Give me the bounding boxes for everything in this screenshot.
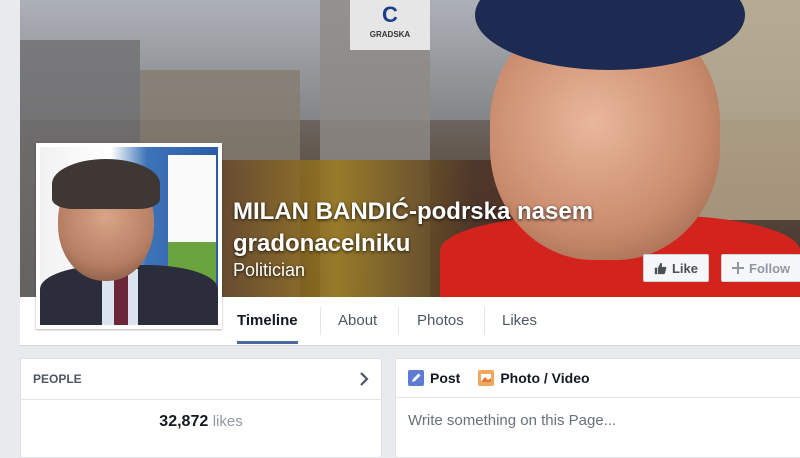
likes-count: 32,872 bbox=[159, 413, 209, 430]
post-input[interactable]: Write something on this Page... bbox=[396, 398, 800, 443]
follow-button[interactable]: Follow bbox=[721, 254, 800, 282]
post-composer: Post Photo / Video Write something on th… bbox=[395, 358, 800, 458]
cover-sign: C GRADSKA bbox=[350, 0, 430, 50]
composer-tabs: Post Photo / Video bbox=[396, 359, 800, 398]
page-category[interactable]: Politician bbox=[233, 260, 305, 281]
tab-divider bbox=[484, 307, 485, 335]
tab-label: Likes bbox=[502, 312, 538, 329]
thumbs-up-icon bbox=[654, 262, 667, 274]
composer-post-label: Post bbox=[430, 370, 461, 386]
profile-tie bbox=[114, 275, 128, 325]
profile-picture[interactable] bbox=[36, 143, 222, 329]
chevron-right-icon[interactable] bbox=[359, 372, 369, 386]
tab-divider bbox=[320, 307, 321, 335]
composer-post-tab[interactable]: Post bbox=[408, 370, 460, 386]
tab-label: Timeline bbox=[237, 312, 298, 329]
follow-button-label: Follow bbox=[749, 260, 791, 276]
profile-photo bbox=[40, 147, 218, 325]
pencil-icon bbox=[408, 370, 424, 386]
tab-likes[interactable]: Likes bbox=[502, 297, 537, 344]
tab-label: About bbox=[338, 312, 378, 329]
tab-timeline[interactable]: Timeline bbox=[237, 297, 298, 344]
photo-icon bbox=[478, 370, 495, 386]
tab-about[interactable]: About bbox=[338, 297, 377, 344]
composer-photo-label: Photo / Video bbox=[500, 370, 590, 386]
composer-photo-tab[interactable]: Photo / Video bbox=[478, 370, 590, 386]
plus-icon bbox=[732, 262, 744, 274]
people-header-label: PEOPLE bbox=[33, 372, 82, 386]
tab-divider bbox=[398, 307, 399, 335]
likes-label: likes bbox=[212, 413, 243, 430]
like-button[interactable]: Like bbox=[643, 254, 709, 282]
cover-sign-text: C bbox=[382, 2, 398, 27]
tab-photos[interactable]: Photos bbox=[417, 297, 464, 344]
cover-sign-subtext: GRADSKA bbox=[369, 30, 411, 39]
like-button-label: Like bbox=[671, 260, 698, 276]
likes-summary: 32,872 likes bbox=[21, 413, 381, 431]
people-card: PEOPLE 32,872 likes bbox=[20, 358, 382, 458]
tab-label: Photos bbox=[417, 312, 464, 329]
page-title[interactable]: MILAN BANDIĆ-podrska nasem gradonacelnik… bbox=[233, 196, 653, 260]
profile-hair bbox=[52, 159, 160, 209]
people-header[interactable]: PEOPLE bbox=[21, 359, 381, 400]
